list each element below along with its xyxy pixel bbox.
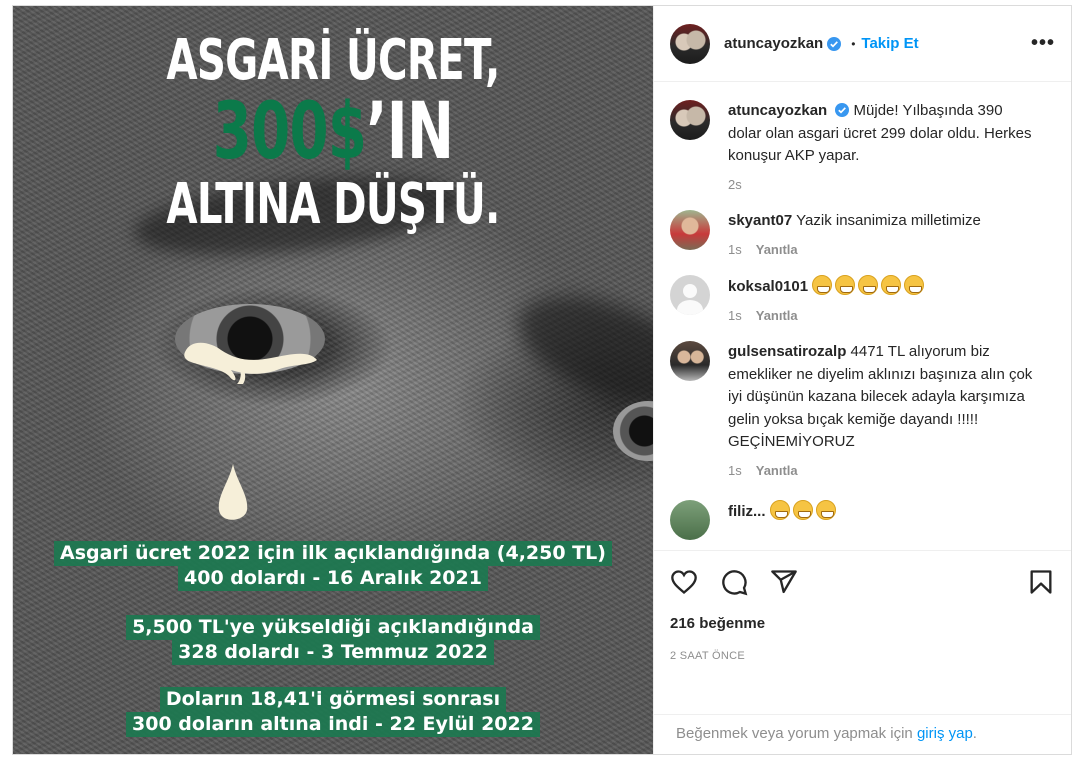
login-link[interactable]: giriş yap <box>917 725 973 742</box>
default-avatar-icon[interactable] <box>670 275 710 315</box>
commenter-username[interactable]: koksal0101 <box>728 278 808 295</box>
headline-suffix: ’IN <box>366 87 454 177</box>
headline-line-1: ASGARİ ÜCRET, <box>166 28 500 93</box>
commenter-username[interactable]: gulsensatirozalp <box>728 343 846 360</box>
post-image[interactable]: ASGARİ ÜCRET, 300$’IN ALTINA DÜŞTÜ. Asga… <box>13 6 653 754</box>
heart-icon[interactable] <box>670 568 698 596</box>
follow-button[interactable]: Takip Et <box>861 35 918 52</box>
post-header: atuncayozkan • Takip Et ••• <box>654 6 1071 82</box>
comment-time[interactable]: 1s <box>728 242 742 257</box>
bookmark-icon[interactable] <box>1027 568 1055 596</box>
comment-time[interactable]: 1s <box>728 463 742 478</box>
headline-line-2: 300$’IN <box>103 92 564 172</box>
commenter-avatar[interactable] <box>670 341 710 381</box>
info-1-line-1: Asgari ücret 2022 için ilk açıklandığınd… <box>54 541 612 566</box>
post-actions: 216 beğenme 2 SAAT ÖNCE <box>654 550 1071 714</box>
verified-badge-icon <box>835 103 850 117</box>
info-block-2: 5,500 TL'ye yükseldiği açıklandığında 32… <box>13 615 653 665</box>
grinning-emoji-icon <box>858 275 879 295</box>
comment-text: Yazik insanimiza milletimize <box>796 212 981 229</box>
caption-avatar[interactable] <box>670 100 710 140</box>
verified-badge-icon <box>827 36 842 51</box>
commenter-username[interactable]: skyant07 <box>728 212 792 229</box>
login-prompt-text: Beğenmek veya yorum yapmak için <box>676 725 917 742</box>
grinning-emoji-icon <box>812 275 833 295</box>
info-1-line-2: 400 dolardı - 16 Aralık 2021 <box>178 566 488 591</box>
header-separator: • <box>851 36 856 51</box>
author-avatar[interactable] <box>670 23 710 64</box>
caption-username[interactable]: atuncayozkan <box>728 102 827 119</box>
comments-list[interactable]: atuncayozkan Müjde! Yılbaşında 390 dolar… <box>654 82 1071 550</box>
info-3-line-2: 300 doların altına indi - 22 Eylül 2022 <box>126 712 540 737</box>
reply-button[interactable]: Yanıtla <box>756 463 798 478</box>
post-time[interactable]: 2 SAAT ÖNCE <box>670 650 1055 662</box>
grinning-emoji-icon <box>881 275 902 295</box>
grinning-emoji-icon <box>835 275 856 295</box>
comment-item-partial: filiz... <box>670 500 1055 540</box>
info-2-line-2: 328 dolardı - 3 Temmuz 2022 <box>172 640 494 665</box>
login-prompt: Beğenmek veya yorum yapmak için giriş ya… <box>654 714 1071 754</box>
comment-emojis <box>812 275 927 295</box>
login-prompt-suffix: . <box>972 725 977 742</box>
comment-item: gulsensatirozalp 4471 TL alıyorum biz em… <box>670 341 1055 482</box>
headline-amount: 300$ <box>212 87 367 177</box>
share-icon[interactable] <box>770 568 798 596</box>
grinning-emoji-icon <box>792 500 813 520</box>
post-headline: ASGARİ ÜCRET, 300$’IN ALTINA DÜŞTÜ. <box>13 30 653 238</box>
grinning-emoji-icon <box>769 500 790 520</box>
commenter-username[interactable]: filiz... <box>728 503 766 520</box>
commenter-avatar[interactable] <box>670 500 710 540</box>
info-2-line-1: 5,500 TL'ye yükseldiği açıklandığında <box>126 615 540 640</box>
headline-line-3: ALTINA DÜŞTÜ. <box>166 172 500 237</box>
grinning-emoji-icon <box>815 500 836 520</box>
comment-item: koksal0101 1s Yanıtla <box>670 275 1055 327</box>
grinning-emoji-icon <box>904 275 925 295</box>
comment-icon[interactable] <box>720 568 748 596</box>
action-icons <box>670 551 1055 613</box>
more-options-icon[interactable]: ••• <box>1031 32 1055 55</box>
comment-time[interactable]: 1s <box>728 308 742 323</box>
tear-stream-graphic <box>184 342 317 384</box>
commenter-avatar[interactable] <box>670 210 710 250</box>
likes-count[interactable]: 216 beğenme <box>670 615 1055 632</box>
caption-time[interactable]: 2s <box>728 177 742 192</box>
info-block-1: Asgari ücret 2022 için ilk açıklandığınd… <box>13 541 653 591</box>
info-3-line-1: Doların 18,41'i görmesi sonrası <box>159 687 507 712</box>
reply-button[interactable]: Yanıtla <box>756 308 798 323</box>
teardrop-icon <box>218 464 248 520</box>
post-side-panel: atuncayozkan • Takip Et ••• atuncayozkan… <box>653 6 1071 754</box>
comment-item: skyant07 Yazik insanimiza milletimize 1s… <box>670 210 1055 261</box>
caption: atuncayozkan Müjde! Yılbaşında 390 dolar… <box>670 100 1055 196</box>
reply-button[interactable]: Yanıtla <box>756 242 798 257</box>
post-dialog: ASGARİ ÜCRET, 300$’IN ALTINA DÜŞTÜ. Asga… <box>12 5 1072 755</box>
author-username[interactable]: atuncayozkan <box>724 35 823 52</box>
info-block-3: Doların 18,41'i görmesi sonrası 300 dola… <box>13 687 653 737</box>
